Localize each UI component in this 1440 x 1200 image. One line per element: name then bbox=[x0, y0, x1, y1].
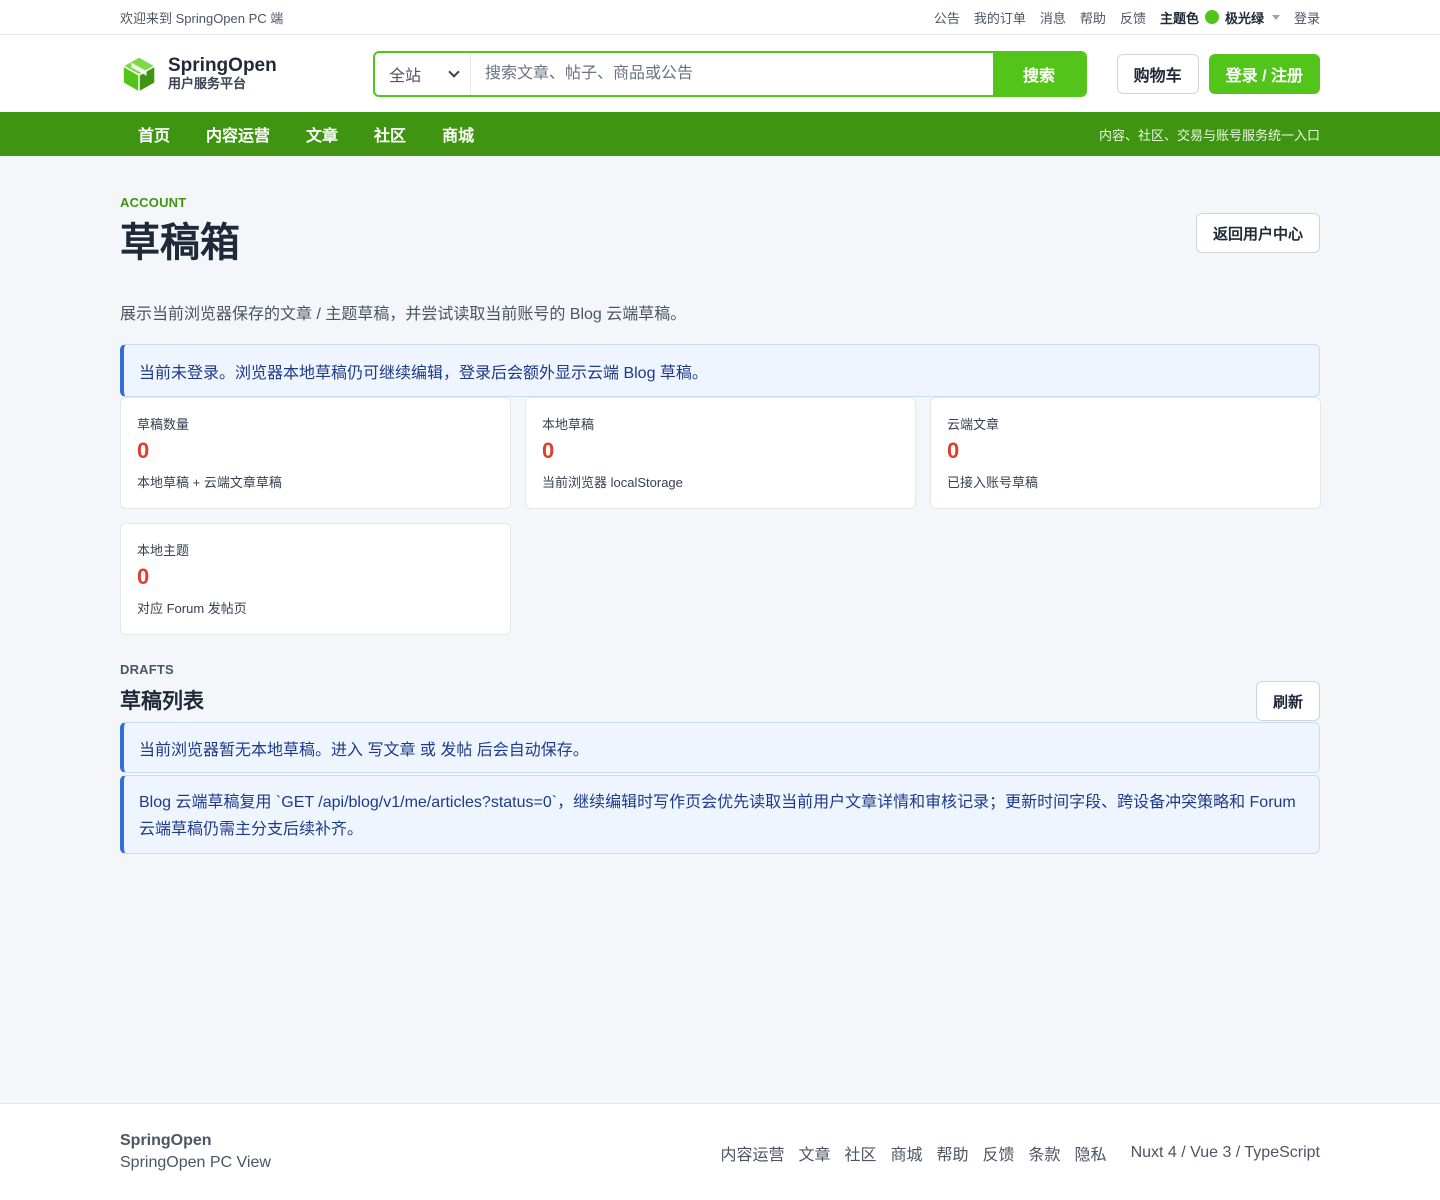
stat-value: 0 bbox=[947, 438, 960, 463]
footer-link-community[interactable]: 社区 bbox=[844, 1141, 876, 1165]
nav-item-mall[interactable]: 商城 bbox=[442, 122, 474, 146]
footer-link-help[interactable]: 帮助 bbox=[937, 1141, 969, 1165]
cart-button[interactable]: 购物车 bbox=[1116, 53, 1199, 94]
footer-tech-stack: Nuxt 4 / Vue 3 / TypeScript bbox=[1130, 1144, 1320, 1161]
footer-link-mall[interactable]: 商城 bbox=[890, 1141, 922, 1165]
search-bar: 全站 搜索 bbox=[373, 50, 1087, 97]
stat-value: 0 bbox=[137, 564, 150, 589]
login-register-button[interactable]: 登录 / 注册 bbox=[1208, 53, 1320, 94]
caret-down-icon bbox=[1271, 14, 1280, 20]
footer-link-content-ops[interactable]: 内容运营 bbox=[720, 1141, 784, 1165]
cloud-drafts-notice: Blog 云端草稿复用 `GET /api/blog/v1/me/article… bbox=[120, 775, 1320, 854]
cube-logo-icon bbox=[123, 57, 155, 91]
theme-label: 主题色 bbox=[1159, 10, 1199, 26]
stat-hint: 当前浏览器 localStorage bbox=[542, 475, 683, 490]
stat-card-total: 草稿数量 0 本地草稿 + 云端文章草稿 bbox=[120, 397, 511, 509]
empty-drafts-notice: 当前浏览器暂无本地草稿。进入 写文章 或 发帖 后会自动保存。 bbox=[120, 722, 1320, 773]
stat-card-local-topics: 本地主题 0 对应 Forum 发帖页 bbox=[120, 523, 511, 635]
top-utility-bar: 欢迎来到 SpringOpen PC 端 公告 我的订单 消息 帮助 反馈 主题… bbox=[0, 0, 1440, 35]
stat-label: 云端文章 bbox=[947, 417, 1000, 432]
main-nav: 首页 内容运营 文章 社区 商城 内容、社区、交易与账号服务统一入口 bbox=[0, 112, 1440, 156]
nav-item-articles[interactable]: 文章 bbox=[306, 122, 338, 146]
stat-value: 0 bbox=[542, 438, 555, 463]
page-title: 草稿箱 bbox=[120, 221, 240, 265]
nav-item-home[interactable]: 首页 bbox=[138, 122, 170, 146]
brand[interactable]: SpringOpen 用户服务平台 bbox=[120, 55, 373, 93]
stats-grid: 草稿数量 0 本地草稿 + 云端文章草稿 本地草稿 0 当前浏览器 localS… bbox=[120, 397, 1321, 635]
stat-label: 本地主题 bbox=[137, 543, 190, 558]
stat-value: 0 bbox=[137, 438, 150, 463]
page-description: 展示当前浏览器保存的文章 / 主题草稿，并尝试读取当前账号的 Blog 云端草稿… bbox=[120, 306, 687, 323]
footer-links: 内容运营 文章 社区 商城 帮助 反馈 条款 隐私 Nuxt 4 / Vue 3… bbox=[720, 1141, 1320, 1165]
top-link-feedback[interactable]: 反馈 bbox=[1120, 8, 1146, 27]
stat-card-local-drafts: 本地草稿 0 当前浏览器 localStorage bbox=[525, 397, 916, 509]
top-link-my-orders[interactable]: 我的订单 bbox=[974, 8, 1026, 27]
stat-label: 本地草稿 bbox=[542, 417, 595, 432]
theme-color-dot-icon bbox=[1204, 10, 1219, 24]
brand-subtitle: 用户服务平台 bbox=[168, 76, 247, 91]
search-scope-select[interactable]: 全站 bbox=[375, 52, 471, 95]
refresh-button[interactable]: 刷新 bbox=[1255, 681, 1320, 721]
drafts-section-header: DRAFTS 草稿列表 刷新 bbox=[120, 662, 1320, 721]
page-eyebrow: ACCOUNT bbox=[120, 195, 187, 210]
search-button[interactable]: 搜索 bbox=[993, 52, 1085, 95]
top-link-announcements[interactable]: 公告 bbox=[934, 8, 960, 27]
top-link-messages[interactable]: 消息 bbox=[1040, 8, 1066, 27]
footer-link-privacy[interactable]: 隐私 bbox=[1075, 1141, 1107, 1165]
theme-color-picker[interactable]: 主题色 极光绿 bbox=[1160, 8, 1280, 27]
back-to-user-center-button[interactable]: 返回用户中心 bbox=[1195, 213, 1320, 253]
stat-hint: 对应 Forum 发帖页 bbox=[137, 601, 247, 616]
search-scope-value: 全站 bbox=[389, 67, 422, 85]
nav-item-content-ops[interactable]: 内容运营 bbox=[206, 122, 270, 146]
stat-hint: 本地草稿 + 云端文章草稿 bbox=[137, 475, 282, 490]
top-links: 公告 我的订单 消息 帮助 反馈 主题色 极光绿 登录 bbox=[934, 8, 1320, 27]
stat-label: 草稿数量 bbox=[137, 417, 190, 432]
search-input[interactable] bbox=[471, 52, 993, 95]
chevron-down-icon bbox=[448, 65, 460, 78]
site-header: SpringOpen 用户服务平台 全站 搜索 购物车 登录 / 注册 bbox=[0, 35, 1440, 112]
login-notice: 当前未登录。浏览器本地草稿仍可继续编辑，登录后会额外显示云端 Blog 草稿。 bbox=[120, 344, 1320, 397]
site-footer: SpringOpen SpringOpen PC View 内容运营 文章 社区… bbox=[0, 1103, 1440, 1200]
drafts-title: 草稿列表 bbox=[120, 690, 204, 713]
footer-link-terms[interactable]: 条款 bbox=[1029, 1141, 1061, 1165]
footer-brand-sub: SpringOpen PC View bbox=[120, 1154, 271, 1171]
drafts-eyebrow: DRAFTS bbox=[120, 662, 174, 677]
nav-tagline: 内容、社区、交易与账号服务统一入口 bbox=[1098, 127, 1320, 143]
stat-hint: 已接入账号草稿 bbox=[947, 475, 1039, 490]
footer-brand-name: SpringOpen bbox=[120, 1132, 212, 1149]
footer-link-feedback[interactable]: 反馈 bbox=[983, 1141, 1015, 1165]
footer-link-articles[interactable]: 文章 bbox=[798, 1141, 830, 1165]
top-link-login[interactable]: 登录 bbox=[1294, 8, 1320, 27]
theme-name: 极光绿 bbox=[1224, 10, 1264, 26]
main-content: ACCOUNT 草稿箱 返回用户中心 展示当前浏览器保存的文章 / 主题草稿，并… bbox=[0, 156, 1440, 854]
welcome-text: 欢迎来到 SpringOpen PC 端 bbox=[120, 10, 284, 26]
stat-card-cloud-articles: 云端文章 0 已接入账号草稿 bbox=[930, 397, 1321, 509]
top-link-help[interactable]: 帮助 bbox=[1080, 8, 1106, 27]
brand-name: SpringOpen bbox=[168, 55, 277, 76]
nav-item-community[interactable]: 社区 bbox=[374, 122, 406, 146]
